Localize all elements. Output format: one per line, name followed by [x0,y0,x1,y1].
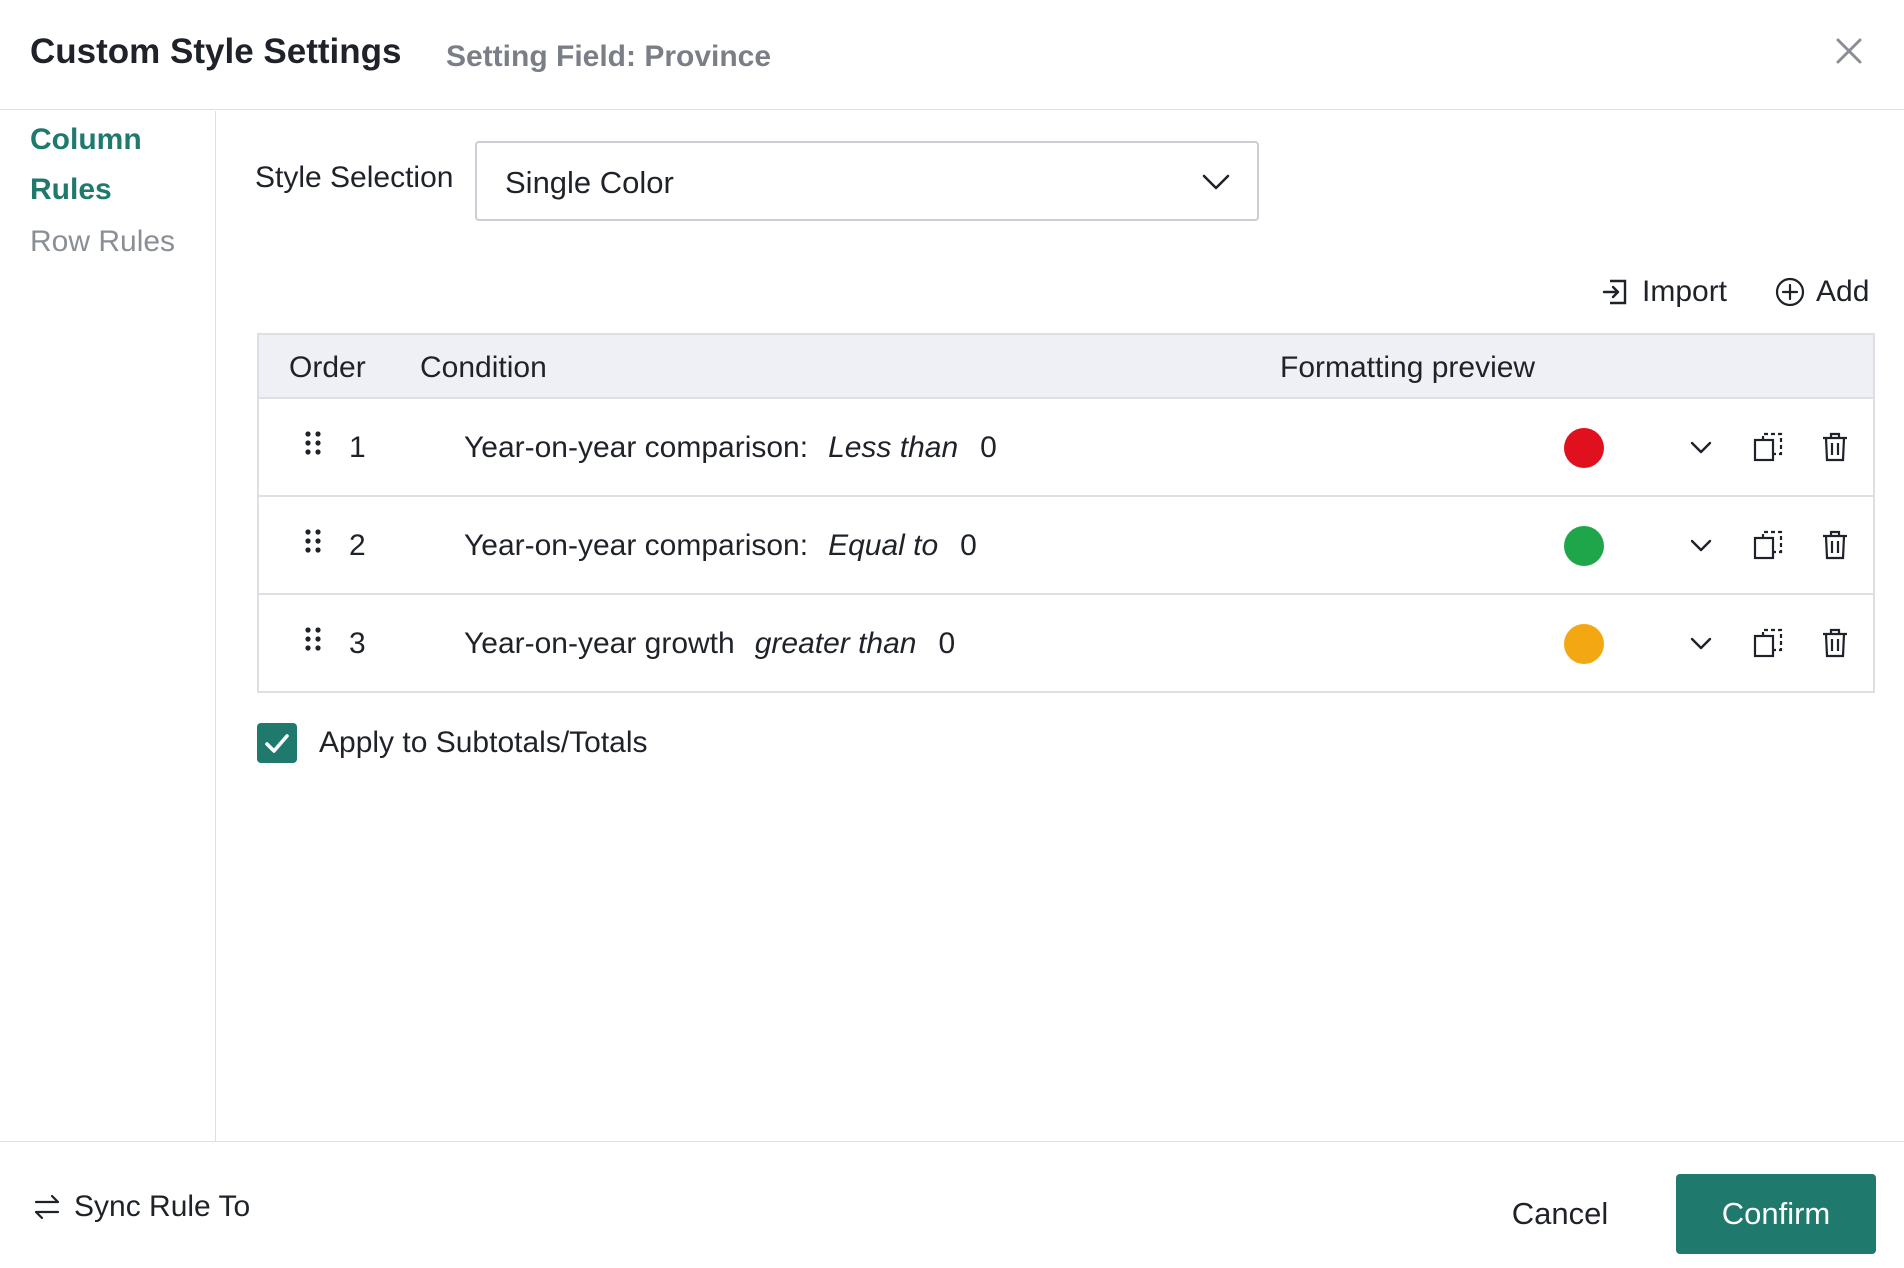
copy-icon[interactable] [1751,528,1785,562]
condition-value: 0 [938,627,956,660]
close-icon [1836,38,1862,64]
sidebar-item-row-rules[interactable]: Row Rules [30,217,175,267]
condition-operator: Less than [828,431,959,464]
import-icon [1602,279,1627,305]
setting-field-label: Setting Field: Province [446,40,772,73]
trash-icon[interactable] [1818,528,1852,562]
rule-condition: Year-on-year comparison: Equal to 0 [464,529,977,563]
cancel-button[interactable]: Cancel [1480,1174,1640,1254]
chevron-down-icon[interactable] [1684,430,1718,464]
style-selection-dropdown[interactable]: Single Color [475,141,1259,221]
apply-totals-checkbox-row[interactable]: Apply to Subtotals/Totals [257,723,648,763]
dialog-header: Custom Style Settings Setting Field: Pro… [0,0,1904,110]
sync-rule-label: Sync Rule To [74,1190,251,1223]
column-header-preview: Formatting preview [1280,351,1536,384]
condition-operator: greater than [754,627,917,660]
condition-operator: Equal to [828,529,939,562]
dialog-title: Custom Style Settings [30,32,402,71]
import-button[interactable]: Import [1600,275,1727,309]
swap-arrows-icon [34,1194,60,1220]
drag-handle-icon[interactable] [303,429,323,459]
condition-field: Year-on-year comparison: [464,431,809,464]
condition-value: 0 [960,529,977,562]
style-selection-value: Single Color [505,165,674,200]
chevron-down-icon[interactable] [1684,626,1718,660]
add-label: Add [1816,275,1870,308]
table-row: 2 Year-on-year comparison: Equal to 0 [259,497,1873,595]
condition-value: 0 [980,431,997,464]
rules-table: Order Condition Formatting preview 1 Yea… [257,333,1875,693]
checkmark-icon [265,734,289,753]
condition-field: Year-on-year comparison: [464,529,809,562]
chevron-down-icon[interactable] [1684,528,1718,562]
column-header-order: Order [289,351,366,384]
rule-condition: Year-on-year growth greater than 0 [464,627,955,661]
plus-circle-icon [1775,277,1805,307]
sidebar-item-column-rules[interactable]: Column Rules [30,115,190,215]
drag-handle-icon[interactable] [303,625,323,655]
custom-style-dialog: Custom Style Settings Setting Field: Pro… [0,0,1904,1268]
apply-totals-checkbox[interactable] [257,723,297,763]
drag-handle-icon[interactable] [303,527,323,557]
rule-condition: Year-on-year comparison: Less than 0 [464,431,997,465]
import-label: Import [1642,275,1728,308]
trash-icon[interactable] [1818,430,1852,464]
copy-icon[interactable] [1751,430,1785,464]
style-selection-label: Style Selection [255,161,454,194]
confirm-button[interactable]: Confirm [1676,1174,1876,1254]
apply-totals-label: Apply to Subtotals/Totals [319,726,648,759]
chevron-down-icon [1202,174,1230,190]
table-header: Order Condition Formatting preview [259,335,1873,399]
sync-rule-button[interactable]: Sync Rule To [32,1190,250,1224]
copy-icon[interactable] [1751,626,1785,660]
color-preview-swatch [1564,428,1604,468]
color-preview-swatch [1564,624,1604,664]
column-header-condition: Condition [420,351,547,384]
sidebar: Column Rules Row Rules [0,111,216,1141]
trash-icon[interactable] [1818,626,1852,660]
table-row: 3 Year-on-year growth greater than 0 [259,595,1873,693]
color-preview-swatch [1564,526,1604,566]
close-button[interactable] [1826,30,1870,74]
rule-order: 1 [349,431,366,464]
main-panel: Style Selection Single Color Import Add … [217,111,1904,1141]
dialog-footer: Sync Rule To Cancel Confirm [0,1141,1904,1268]
condition-field: Year-on-year growth [464,627,735,660]
table-row: 1 Year-on-year comparison: Less than 0 [259,399,1873,497]
rule-order: 2 [349,529,366,562]
add-rule-button[interactable]: Add [1774,275,1869,309]
rule-order: 3 [349,627,366,660]
